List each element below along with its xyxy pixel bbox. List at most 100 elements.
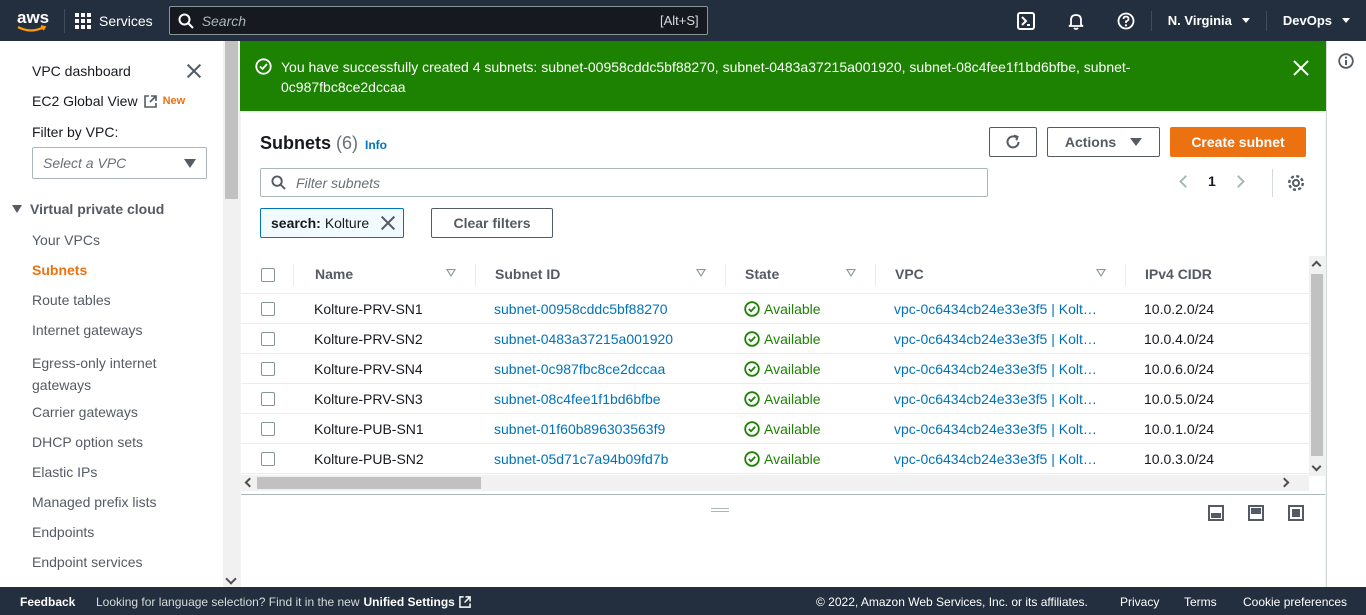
main-content: You have successfully created 4 subnets:…	[240, 41, 1326, 587]
cell-vpc-link[interactable]: vpc-0c6434cb24e33e3f5 | Kolt…	[894, 451, 1097, 467]
cell-subnet-id-link[interactable]: subnet-08c4fee1f1bd6bfbe	[494, 391, 661, 407]
external-link-icon	[459, 596, 471, 608]
cell-vpc-link[interactable]: vpc-0c6434cb24e33e3f5 | Kolt…	[894, 301, 1097, 317]
cell-subnet-id-link[interactable]: subnet-00958cddc5bf88270	[494, 301, 668, 317]
cell-subnet-id-link[interactable]: subnet-01f60b896303563f9	[494, 421, 665, 437]
page-number[interactable]: 1	[1208, 173, 1216, 189]
chevron-left-icon[interactable]	[1179, 174, 1192, 188]
cloudshell-button[interactable]	[1001, 0, 1051, 41]
actions-button[interactable]: Actions	[1047, 127, 1160, 157]
cell-subnet-id-link[interactable]: subnet-0483a37215a001920	[494, 331, 673, 347]
privacy-link[interactable]: Privacy	[1120, 595, 1159, 609]
sidebar-item-endpoint-services[interactable]: Endpoint services	[32, 554, 143, 570]
cell-subnet-id-link[interactable]: subnet-0c987fbc8ce2dccaa	[494, 361, 665, 377]
column-header-state[interactable]: State	[745, 266, 779, 282]
sort-icon[interactable]	[446, 269, 456, 277]
info-link[interactable]: Info	[365, 138, 387, 152]
sidebar-item-subnets[interactable]: Subnets	[32, 262, 87, 278]
scroll-right-arrow-icon[interactable]	[1279, 477, 1290, 488]
select-all-checkbox[interactable]	[261, 268, 275, 282]
split-bottom-icon[interactable]	[1208, 505, 1224, 521]
close-icon[interactable]	[1293, 60, 1309, 76]
row-checkbox[interactable]	[261, 362, 275, 376]
row-checkbox[interactable]	[261, 332, 275, 346]
vpc-select[interactable]: Select a VPC	[32, 147, 207, 179]
sidebar-item-internet-gateways[interactable]: Internet gateways	[32, 322, 143, 338]
unified-settings-link[interactable]: Unified Settings	[364, 595, 455, 609]
table-row[interactable]: Kolture-PUB-SN2 subnet-05d71c7a94b09fd7b…	[241, 444, 1309, 474]
search-input[interactable]: Search [Alt+S]	[168, 6, 708, 35]
sort-icon[interactable]	[846, 269, 856, 277]
sidebar-item-ec2-global-view[interactable]: EC2 Global View New	[32, 93, 185, 109]
close-icon[interactable]	[187, 64, 201, 78]
cookie-preferences-link[interactable]: Cookie preferences	[1243, 595, 1347, 609]
scrollbar-thumb[interactable]	[1311, 274, 1323, 456]
sidebar-item-route-tables[interactable]: Route tables	[32, 292, 111, 308]
clear-filters-button[interactable]: Clear filters	[431, 208, 553, 238]
table-horizontal-scrollbar[interactable]	[241, 475, 1309, 491]
sidebar-item-managed-prefix-lists[interactable]: Managed prefix lists	[32, 494, 157, 510]
row-checkbox[interactable]	[261, 392, 275, 406]
cell-vpc-link[interactable]: vpc-0c6434cb24e33e3f5 | Kolt…	[894, 331, 1097, 347]
feedback-link[interactable]: Feedback	[20, 595, 75, 609]
column-header-name[interactable]: Name	[315, 266, 353, 282]
sidebar-item-carrier-gateways[interactable]: Carrier gateways	[32, 404, 138, 420]
scrollbar-thumb[interactable]	[225, 41, 238, 199]
refresh-button[interactable]	[989, 127, 1037, 157]
column-header-vpc[interactable]: VPC	[895, 266, 924, 282]
resize-handle-icon[interactable]	[711, 508, 729, 512]
help-panel-rail	[1326, 41, 1366, 587]
search-placeholder: Search	[201, 12, 247, 29]
table-row[interactable]: Kolture-PRV-SN4 subnet-0c987fbc8ce2dccaa…	[241, 354, 1309, 384]
sidebar-scrollbar[interactable]	[223, 41, 240, 587]
scroll-left-arrow-icon[interactable]	[244, 477, 255, 488]
sidebar-item-your-vpcs[interactable]: Your VPCs	[32, 232, 100, 248]
split-full-icon[interactable]	[1288, 505, 1304, 521]
table-row[interactable]: Kolture-PRV-SN1 subnet-00958cddc5bf88270…	[241, 294, 1309, 324]
account-menu[interactable]: DevOps	[1265, 10, 1366, 31]
column-header-ipv4-cidr[interactable]: IPv4 CIDR	[1145, 266, 1212, 282]
sort-icon[interactable]	[696, 269, 706, 277]
column-header-subnet-id[interactable]: Subnet ID	[495, 266, 560, 282]
sidebar-section-virtual-private-cloud[interactable]: Virtual private cloud	[12, 201, 164, 217]
split-side-icon[interactable]	[1248, 505, 1264, 521]
sidebar-item-dhcp-option-sets[interactable]: DHCP option sets	[32, 434, 143, 450]
sort-icon[interactable]	[1096, 269, 1106, 277]
sidebar-item-vpc-dashboard[interactable]: VPC dashboard	[32, 63, 131, 79]
scroll-down-arrow-icon[interactable]	[225, 573, 237, 585]
aws-logo[interactable]: aws	[14, 6, 60, 36]
create-subnet-button[interactable]: Create subnet	[1170, 127, 1306, 157]
row-checkbox[interactable]	[261, 452, 275, 466]
cell-vpc-link[interactable]: vpc-0c6434cb24e33e3f5 | Kolt…	[894, 391, 1097, 407]
help-button[interactable]	[1101, 0, 1151, 41]
cell-subnet-id-link[interactable]: subnet-05d71c7a94b09fd7b	[494, 451, 668, 467]
settings-icon[interactable]	[1287, 174, 1305, 192]
external-link-icon	[143, 94, 157, 108]
sidebar-item-egress-only-internet-gateways[interactable]: Egress-only internet gateways	[32, 352, 182, 396]
table-row[interactable]: Kolture-PRV-SN2 subnet-0483a37215a001920…	[241, 324, 1309, 354]
terms-link[interactable]: Terms	[1184, 595, 1217, 609]
row-checkbox[interactable]	[261, 422, 275, 436]
scrollbar-thumb[interactable]	[257, 477, 481, 489]
scroll-up-arrow-icon[interactable]	[1311, 260, 1322, 271]
region-selector[interactable]: N. Virginia	[1150, 10, 1266, 31]
cell-ipv4-cidr: 10.0.1.0/24	[1144, 421, 1215, 437]
filter-token: search: Kolture	[260, 208, 405, 238]
info-icon[interactable]	[1338, 53, 1354, 69]
filter-subnets-input[interactable]: Filter subnets	[260, 168, 988, 197]
cloudshell-icon	[1016, 11, 1035, 30]
chevron-right-icon[interactable]	[1231, 174, 1245, 188]
table-vertical-scrollbar[interactable]	[1309, 256, 1325, 476]
services-menu[interactable]: Services	[75, 12, 153, 29]
cell-vpc-link[interactable]: vpc-0c6434cb24e33e3f5 | Kolt…	[894, 361, 1097, 377]
scroll-down-arrow-icon[interactable]	[1311, 461, 1322, 472]
cell-ipv4-cidr: 10.0.6.0/24	[1144, 361, 1215, 377]
close-icon[interactable]	[381, 216, 395, 230]
cell-vpc-link[interactable]: vpc-0c6434cb24e33e3f5 | Kolt…	[894, 421, 1097, 437]
table-row[interactable]: Kolture-PRV-SN3 subnet-08c4fee1f1bd6bfbe…	[241, 384, 1309, 414]
notifications-button[interactable]	[1051, 0, 1101, 41]
row-checkbox[interactable]	[261, 302, 275, 316]
sidebar-item-elastic-ips[interactable]: Elastic IPs	[32, 464, 97, 480]
table-row[interactable]: Kolture-PUB-SN1 subnet-01f60b896303563f9…	[241, 414, 1309, 444]
sidebar-item-endpoints[interactable]: Endpoints	[32, 524, 94, 540]
